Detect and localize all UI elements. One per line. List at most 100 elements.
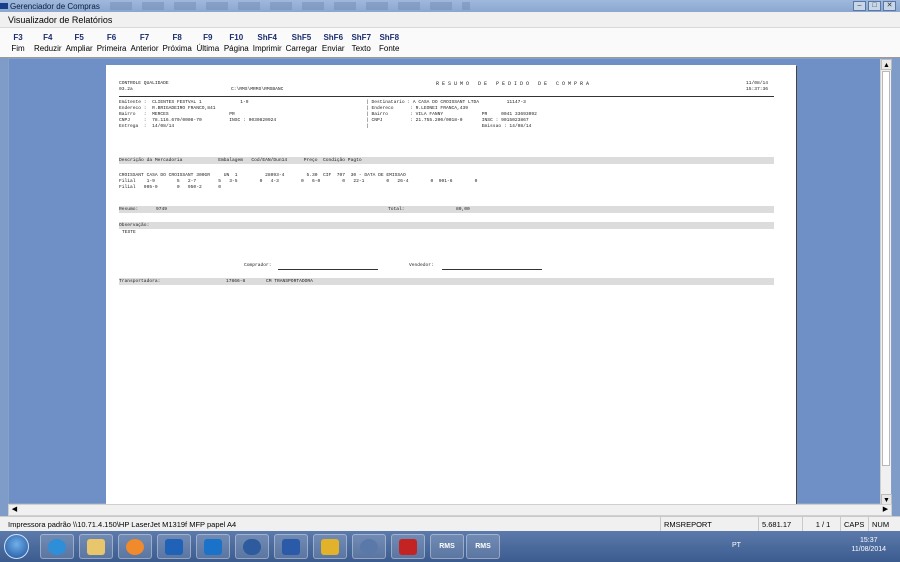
rms-icon[interactable]: RMS xyxy=(430,534,464,559)
outer-window-titlebar: Gerenciador de Compras – □ ✕ xyxy=(0,0,900,12)
outlook-icon[interactable] xyxy=(157,534,191,559)
dest-line: | Emissao : 14/08/14 xyxy=(366,124,532,129)
report-viewer-titlebar: Visualizador de Relatórios xyxy=(0,12,900,28)
network-tool-icon[interactable] xyxy=(352,534,386,559)
toolbar-button-f6[interactable]: F6 Primeira xyxy=(95,28,129,58)
scroll-right-icon[interactable]: ▶ xyxy=(880,505,891,515)
pdf-icon[interactable] xyxy=(391,534,425,559)
ie-icon[interactable] xyxy=(40,534,74,559)
start-button[interactable] xyxy=(4,534,29,559)
word-icon[interactable] xyxy=(274,534,308,559)
vendedor-signature-line xyxy=(442,269,542,270)
issuer-line: Entrega : 14/08/14 xyxy=(119,124,175,129)
toolbar-key: ShF5 xyxy=(291,33,312,42)
toolbar-button-shf6[interactable]: ShF6 Enviar xyxy=(319,28,347,58)
toolbar-key: F4 xyxy=(43,33,53,42)
divider xyxy=(119,96,774,97)
total-value: 80,00 xyxy=(456,207,470,212)
clock-date: 11/08/2014 xyxy=(851,546,886,553)
page-status: 1 / 1 xyxy=(802,517,840,532)
toolbar-button-f3[interactable]: F3 Fim xyxy=(4,28,32,58)
blurred-menu-bar xyxy=(110,2,470,10)
obs-value: TESTE xyxy=(122,230,136,235)
items-header: Descrição da Mercadoria Embalagem Cod/EA… xyxy=(119,158,362,163)
toolbar-label: Anterior xyxy=(130,44,159,53)
toolbar-button-f4[interactable]: F4 Reduzir xyxy=(32,28,64,58)
status-bar: Impressora padrão \\10.71.4.150\HP Laser… xyxy=(0,516,900,532)
vertical-scrollbar[interactable]: ▲ ▼ xyxy=(880,59,892,505)
toolbar-button-f9[interactable]: F9 Última xyxy=(194,28,222,58)
lync-icon[interactable] xyxy=(196,534,230,559)
language-indicator[interactable]: PT xyxy=(732,542,741,549)
toolbar-button-shf7[interactable]: ShF7 Texto xyxy=(347,28,375,58)
media-icon[interactable] xyxy=(118,534,152,559)
toolbar-key: F8 xyxy=(172,33,182,42)
toolbar-key: F3 xyxy=(13,33,23,42)
transport-label: Transportadora: xyxy=(119,279,161,284)
toolbar-label: Primeira xyxy=(96,44,127,53)
toolbar-key: F10 xyxy=(229,33,244,42)
resumo-value: 9749 xyxy=(156,207,168,212)
clock-time: 15:37 xyxy=(859,537,878,544)
toolbar-button-f7[interactable]: F7 Anterior xyxy=(128,28,160,58)
toolbar-label: Próxima xyxy=(162,44,192,53)
toolbar-key: ShF6 xyxy=(323,33,344,42)
explorer-icon[interactable] xyxy=(79,534,113,559)
close-button[interactable]: ✕ xyxy=(883,1,896,11)
rms-icon[interactable]: RMS xyxy=(466,534,500,559)
toolbar-button-f8[interactable]: F8 Próxima xyxy=(161,28,194,58)
outer-window-title: Gerenciador de Compras xyxy=(10,1,100,11)
toolbar-label: Enviar xyxy=(321,44,345,53)
scroll-thumb[interactable] xyxy=(882,71,890,466)
scroll-left-icon[interactable]: ◀ xyxy=(9,505,20,515)
report-page: CONTROLE QUALIDADE 03.2a C:\RMS\MRMS\RMS… xyxy=(106,65,796,505)
toolbar-label: Reduzir xyxy=(34,44,62,53)
toolbar-key: ShF4 xyxy=(257,33,277,42)
link-icon[interactable] xyxy=(235,534,269,559)
report-viewport: CONTROLE QUALIDADE 03.2a C:\RMS\MRMS\RMS… xyxy=(8,58,892,505)
toolbar-key: ShF7 xyxy=(351,33,372,42)
scroll-up-icon[interactable]: ▲ xyxy=(881,59,892,70)
toolbar-label: Página xyxy=(223,44,249,53)
system-tray: PT 15:37 11/08/2014 xyxy=(720,531,900,562)
toolbar-label: Ampliar xyxy=(65,44,93,53)
toolbar-label: Carregar xyxy=(285,44,318,53)
vendedor-label: Vendedor: xyxy=(409,263,434,268)
toolbar-button-f5[interactable]: F5 Ampliar xyxy=(64,28,95,58)
toolbar-key: F5 xyxy=(74,33,84,42)
value-status: 5.681.17 xyxy=(758,517,802,532)
item-line: Filial 905-9 0 950-2 0 xyxy=(119,185,221,190)
toolbar-button-shf4[interactable]: ShF4 Imprimir xyxy=(251,28,284,58)
toolbar: F3 Fim F4 Reduzir F5 Ampliar F6 Primeira F7 Anter… xyxy=(0,28,900,58)
module-status: RMSREPORT xyxy=(660,517,758,532)
caps-indicator: CAPS xyxy=(840,517,868,532)
toolbar-button-shf8[interactable]: ShF8 Fonte xyxy=(375,28,403,58)
report-title: R E S U M O D E P E D I D O D E C O M P … xyxy=(436,81,590,87)
minimize-button[interactable]: – xyxy=(853,1,866,11)
report-path: C:\RMS\MRMS\RMSBANC xyxy=(231,87,284,92)
taskbar: RMS RMS PT 15:37 11/08/2014 xyxy=(0,531,900,562)
clock[interactable]: 15:37 11/08/2014 xyxy=(851,536,886,554)
transport-code: 17866-8 xyxy=(226,279,246,284)
toolbar-button-f10[interactable]: F10 Página xyxy=(222,28,251,58)
toolbar-label: Imprimir xyxy=(252,44,282,53)
desktop-tool-icon[interactable] xyxy=(313,534,347,559)
printer-status: Impressora padrão \\10.71.4.150\HP Laser… xyxy=(8,520,237,529)
transport-band xyxy=(119,278,774,285)
toolbar-label: Texto xyxy=(351,44,371,53)
app-logo-icon xyxy=(0,3,8,9)
horizontal-scrollbar[interactable]: ◀ ▶ xyxy=(8,504,892,516)
maximize-button[interactable]: □ xyxy=(868,1,881,11)
toolbar-label: Fim xyxy=(11,44,25,53)
toolbar-button-shf5[interactable]: ShF5 Carregar xyxy=(284,28,320,58)
comprador-label: Comprador: xyxy=(244,263,272,268)
comprador-signature-line xyxy=(278,269,378,270)
resumo-label: Resumo: xyxy=(119,207,139,212)
report-code: 03.2a xyxy=(119,87,133,92)
num-indicator: NUM xyxy=(868,517,900,532)
transport-name: CM TRANSPORTADORA xyxy=(266,279,313,284)
toolbar-label: Última xyxy=(196,44,220,53)
toolbar-key: F7 xyxy=(139,33,150,42)
obs-band xyxy=(119,222,774,229)
summary-band xyxy=(119,206,774,213)
